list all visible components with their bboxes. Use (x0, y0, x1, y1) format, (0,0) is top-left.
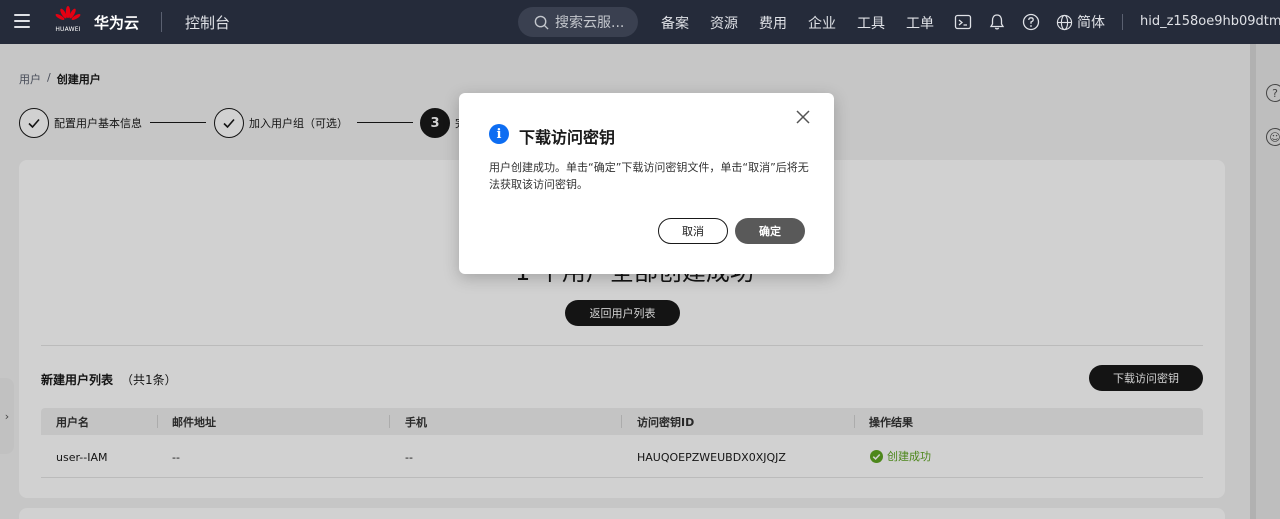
nav-billing[interactable]: 费用 (759, 13, 787, 33)
logo-text: HUAWEI (55, 26, 81, 33)
header-divider (1122, 14, 1123, 30)
dialog-message: 用户创建成功。单击“确定”下载访问密钥文件，单击“取消”后将无法获取该访问密钥。 (489, 161, 809, 191)
nav-resources[interactable]: 资源 (710, 13, 738, 33)
info-icon: i (489, 124, 509, 144)
top-navigation-bar: HUAWEI 华为云 控制台 搜索云服... 备案 资源 费用 企业 工具 工单… (0, 0, 1280, 44)
search-icon (534, 15, 549, 30)
confirm-button[interactable]: 确定 (735, 218, 805, 244)
huawei-logo[interactable]: HUAWEI (54, 6, 82, 36)
bell-icon[interactable] (987, 12, 1007, 32)
nav-beian[interactable]: 备案 (661, 13, 689, 33)
help-icon[interactable] (1021, 12, 1041, 32)
menu-icon[interactable] (14, 14, 30, 28)
huawei-flower-icon (55, 6, 81, 20)
language-label: 简体 (1077, 15, 1105, 31)
nav-tools[interactable]: 工具 (857, 13, 885, 33)
language-switcher[interactable]: 简体 (1056, 12, 1105, 32)
terminal-icon[interactable] (953, 12, 973, 32)
globe-icon (1056, 14, 1073, 30)
download-key-dialog: i 下载访问密钥 用户创建成功。单击“确定”下载访问密钥文件，单击“取消”后将无… (459, 93, 834, 274)
search-box[interactable]: 搜索云服... (518, 7, 638, 37)
dialog-title: 下载访问密钥 (519, 128, 616, 147)
console-link[interactable]: 控制台 (185, 12, 230, 33)
search-placeholder: 搜索云服... (555, 15, 625, 31)
nav-enterprise[interactable]: 企业 (808, 13, 836, 33)
brand-name[interactable]: 华为云 (94, 12, 139, 33)
nav-tickets[interactable]: 工单 (906, 13, 934, 33)
close-icon[interactable] (794, 108, 812, 126)
account-username[interactable]: hid_z158oe9hb09dtmf (1140, 14, 1280, 29)
cancel-button[interactable]: 取消 (658, 218, 728, 244)
brand-divider (161, 12, 162, 32)
